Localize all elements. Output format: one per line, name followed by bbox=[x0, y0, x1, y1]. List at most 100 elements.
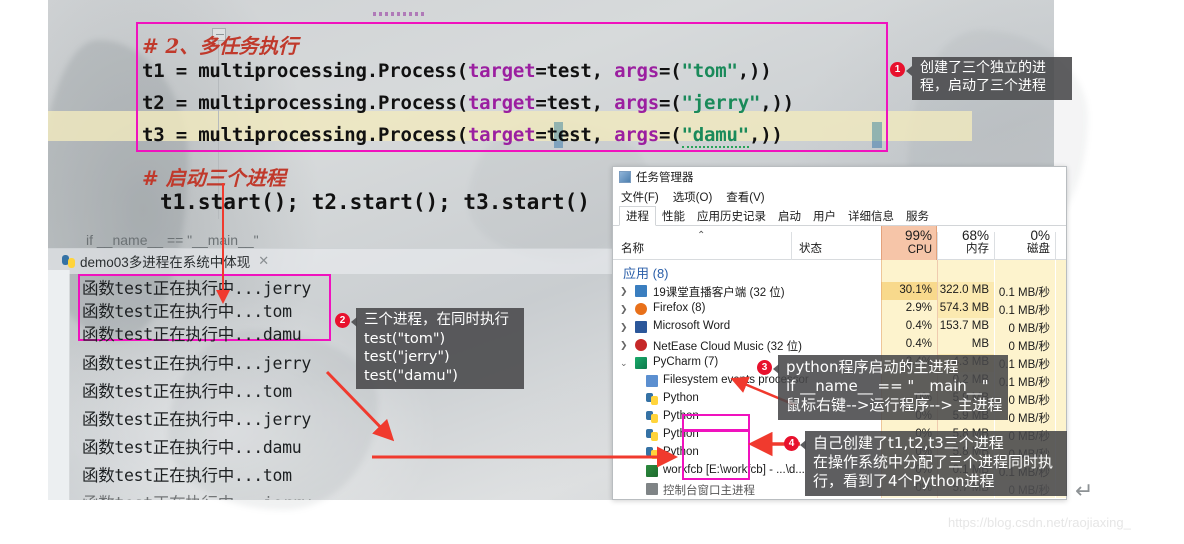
callout-2-line-2: test("tom") bbox=[364, 330, 446, 347]
console-line: 函数test正在执行中...damu bbox=[82, 438, 302, 457]
menu-options[interactable]: 选项(O) bbox=[673, 189, 713, 205]
task-manager-menubar[interactable]: 文件(F) 选项(O) 查看(V) bbox=[613, 187, 1066, 206]
code-t3-tail: ,)) bbox=[748, 124, 783, 146]
python-icon bbox=[646, 429, 658, 441]
process-group-apps[interactable]: 应用 (8) bbox=[613, 260, 1066, 282]
process-name: NetEase Cloud Music (32 位) bbox=[653, 341, 802, 353]
cpu-value: 0.4% bbox=[905, 320, 932, 332]
watermark: https://blog.csdn.net/raojiaxing_ bbox=[948, 515, 1131, 530]
disk-value: 0.1 MB/秒 bbox=[998, 305, 1050, 317]
tab-details[interactable]: 详细信息 bbox=[842, 207, 900, 225]
enter-key-glyph-icon: ↵ bbox=[1075, 478, 1094, 503]
callout-3-line-2: if __name__ == "__main__" bbox=[786, 377, 989, 396]
expand-chevron-icon[interactable]: ❯ bbox=[620, 304, 628, 315]
disk-value: 0 MB/秒 bbox=[1008, 323, 1050, 335]
callout-4-line-1: 自己创建了t1,t2,t3三个进程 bbox=[813, 434, 1004, 452]
tab-processes[interactable]: 进程 bbox=[619, 206, 656, 226]
firefox-icon bbox=[635, 303, 647, 315]
tab-startup[interactable]: 启动 bbox=[772, 207, 807, 225]
code-t2-tail: ,)) bbox=[760, 92, 794, 114]
task-manager-icon bbox=[619, 171, 631, 183]
code-t2-kw-args: args bbox=[614, 92, 660, 114]
tab-performance[interactable]: 性能 bbox=[656, 207, 691, 225]
console-line-partial: 函数test正在执行中...jerry bbox=[82, 490, 311, 500]
table-row[interactable]: ❯ 19课堂直播客户端 (32 位) 30.1% 322.0 MB 0.1 MB… bbox=[613, 282, 1066, 300]
expand-chevron-icon[interactable]: ❯ bbox=[620, 322, 628, 333]
table-row[interactable]: ❯ Microsoft Word 0.4% 153.7 MB 0 MB/秒 0 … bbox=[613, 318, 1066, 336]
close-icon[interactable]: ✕ bbox=[258, 253, 269, 269]
code-t2-prefix: t2 = multiprocessing.Process( bbox=[142, 92, 468, 114]
python-icon bbox=[646, 447, 658, 459]
tab-demo03[interactable]: demo03多进程在系统中体现 ✕ bbox=[56, 249, 275, 273]
column-header-name[interactable]: 名称 bbox=[621, 240, 644, 256]
code-line-t1: t1 = multiprocessing.Process(target=test… bbox=[142, 60, 772, 82]
callout-4: 自己创建了t1,t2,t3三个进程 在操作系统中分配了三个进程同时执 行，看到了… bbox=[805, 431, 1067, 496]
code-selection-open-paren bbox=[554, 122, 563, 148]
console-line: 函数test正在执行中...jerry bbox=[82, 354, 312, 373]
code-t1-kw-args: args bbox=[614, 60, 660, 82]
callout-4-line-3: 行，看到了4个Python进程 bbox=[813, 472, 995, 491]
column-header-network[interactable]: 网 bbox=[1056, 240, 1066, 256]
inspection-squiggle-top bbox=[373, 12, 427, 16]
tab-users[interactable]: 用户 bbox=[807, 207, 842, 225]
cpu-total-percent: 99% bbox=[904, 228, 932, 243]
expand-chevron-icon[interactable]: ❯ bbox=[620, 286, 628, 297]
code-t1-prefix: t1 = multiprocessing.Process( bbox=[142, 60, 468, 82]
console-line: 函数test正在执行中...tom bbox=[82, 302, 292, 321]
task-manager-titlebar: 任务管理器 bbox=[613, 167, 1066, 187]
disk-value: 0.1 MB/秒 bbox=[998, 287, 1050, 299]
tab-services[interactable]: 服务 bbox=[900, 207, 935, 225]
code-t1-eq2: =( bbox=[659, 60, 682, 82]
console-host-icon bbox=[646, 483, 658, 495]
code-selection-close-paren bbox=[872, 122, 882, 148]
code-line-t2: t2 = multiprocessing.Process(target=test… bbox=[142, 92, 794, 114]
run-console-output[interactable]: 函数test正在执行中...jerry 函数test正在执行中...tom 函数… bbox=[70, 274, 630, 500]
code-comment-multitask: # 2、多任务执行 bbox=[142, 34, 298, 58]
collapse-chevron-icon[interactable]: ⌄ bbox=[620, 358, 628, 369]
memory-value: 153.7 MB bbox=[939, 320, 989, 332]
network-value: 0 Mb bbox=[1056, 374, 1066, 386]
tab-app-history[interactable]: 应用历史记录 bbox=[691, 207, 772, 225]
table-row[interactable]: ❯ NetEase Cloud Music (32 位) 0.4% MB 0 M… bbox=[613, 336, 1066, 354]
memory-value: MB bbox=[971, 338, 989, 350]
callout-1-line-1: 创建了三个独立的进 bbox=[920, 60, 1046, 76]
console-line: 函数test正在执行中...tom bbox=[82, 466, 292, 485]
console-line: 函数test正在执行中...tom bbox=[82, 382, 292, 401]
code-t3-eq1: =test, bbox=[535, 124, 615, 146]
code-t3-kw-args: args bbox=[614, 124, 660, 146]
column-header-disk[interactable]: 磁盘 bbox=[995, 240, 1050, 256]
callout-3: python程序启动的主进程 if __name__ == "__main__"… bbox=[778, 355, 1008, 420]
console-line: 函数test正在执行中...damu bbox=[82, 325, 302, 344]
tab-label: demo03多进程在系统中体现 bbox=[80, 255, 251, 270]
task-manager-tabs[interactable]: 进程 性能 应用历史记录 启动 用户 详细信息 服务 bbox=[613, 206, 1066, 226]
netease-music-icon bbox=[635, 339, 647, 351]
code-t1-string: "tom" bbox=[681, 60, 738, 82]
screenshot-root: ↑ ↓ ⟳ ⤓ ⎙ 🗑 # 2、多任务执行 t1 = multiprocessi… bbox=[0, 0, 1184, 544]
console-line: 函数test正在执行中...jerry bbox=[82, 279, 312, 298]
process-name: Python bbox=[663, 392, 699, 404]
process-name: 19课堂直播客户端 (32 位) bbox=[653, 287, 785, 299]
cpu-value: 30.1% bbox=[899, 284, 932, 296]
code-line-if-main: if __name__ == "__main__" bbox=[86, 232, 259, 248]
code-t3-eq2: =( bbox=[659, 124, 682, 146]
network-value: 0 Mb bbox=[1056, 338, 1066, 350]
column-header-status[interactable]: 状态 bbox=[799, 240, 822, 256]
menu-file[interactable]: 文件(F) bbox=[621, 189, 659, 205]
highlight-box-main-python bbox=[682, 414, 750, 431]
callout-2: 三个进程，在同时执行 test("tom") test("jerry") tes… bbox=[356, 308, 524, 390]
memory-value: 574.3 MB bbox=[939, 302, 989, 314]
callout-2-line-1: 三个进程，在同时执行 bbox=[364, 312, 509, 328]
process-name: Firefox (8) bbox=[653, 302, 706, 314]
column-header-cpu[interactable]: CPU bbox=[881, 244, 932, 256]
code-t2-eq2: =( bbox=[659, 92, 682, 114]
network-value: 0 Mb bbox=[1056, 320, 1066, 332]
badge-4: 4 bbox=[784, 436, 799, 451]
process-table-header[interactable]: 名称 ⌃ 状态 99% CPU 68% 内存 0% 磁盘 0' 网 bbox=[613, 226, 1066, 260]
menu-view[interactable]: 查看(V) bbox=[726, 189, 764, 205]
python-file-icon bbox=[62, 254, 75, 268]
network-value: 0 Mb bbox=[1056, 392, 1066, 404]
code-t2-eq1: =test, bbox=[535, 92, 615, 114]
expand-chevron-icon[interactable]: ❯ bbox=[620, 340, 628, 351]
table-row[interactable]: ❯ Firefox (8) 2.9% 574.3 MB 0.1 MB/秒 0 M… bbox=[613, 300, 1066, 318]
column-header-memory[interactable]: 内存 bbox=[938, 240, 989, 256]
